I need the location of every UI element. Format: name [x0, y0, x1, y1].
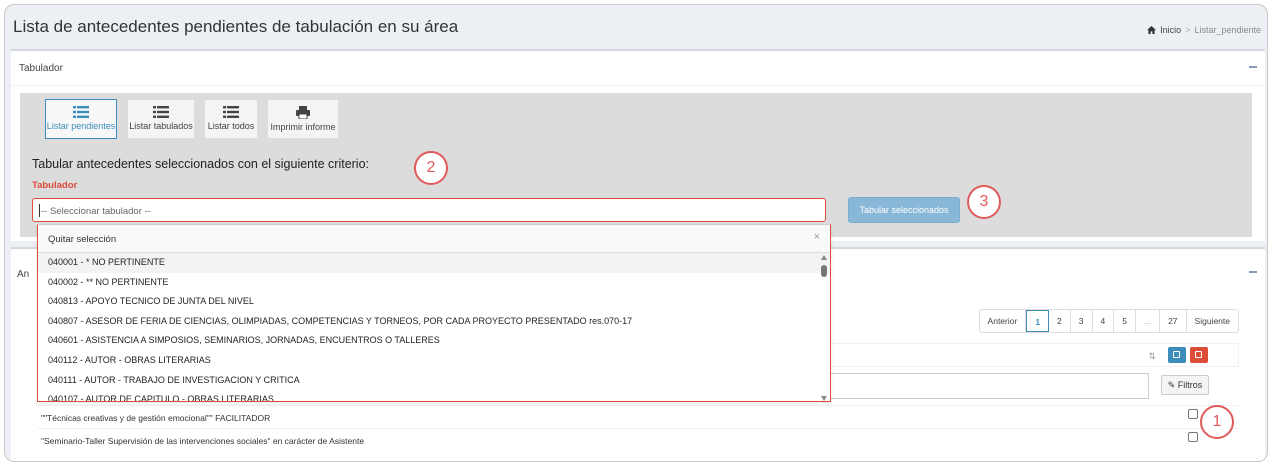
dropdown-scrollbar[interactable] — [820, 255, 828, 401]
listar-pendientes-button[interactable]: Listar pendientes — [45, 99, 117, 139]
pagination-ellipsis: ... — [1136, 310, 1161, 332]
imprimir-informe-label: Imprimir informe — [270, 122, 336, 132]
dropdown-option[interactable]: 040111 - AUTOR - TRABAJO DE INVESTIGACIO… — [38, 371, 830, 391]
scroll-up-icon[interactable] — [821, 255, 827, 260]
collapse-icon[interactable] — [1249, 66, 1257, 68]
tabulador-box: Tabulador Listar pendientes Listar tabul… — [11, 49, 1265, 241]
eraser-icon: ✎ — [1167, 380, 1176, 390]
filtros-label: Filtros — [1177, 380, 1203, 390]
criterio-heading: Tabular antecedentes seleccionados con e… — [32, 157, 370, 171]
text-cursor — [39, 204, 40, 217]
breadcrumb-current: Listar_pendiente — [1194, 25, 1261, 35]
pagination: Anterior 1 2 3 4 5 ... 27 Siguiente — [978, 309, 1239, 333]
tabulador-dropdown: Quitar selección × 040001 - * NO PERTINE… — [37, 224, 831, 402]
box-divider — [11, 85, 1265, 86]
deselect-all-button[interactable] — [1190, 347, 1208, 363]
listar-todos-button[interactable]: Listar todos — [204, 99, 258, 139]
collapse-icon[interactable] — [1249, 271, 1257, 273]
breadcrumb-separator: > — [1185, 25, 1191, 35]
dropdown-option[interactable]: 040813 - APOYO TECNICO DE JUNTA DEL NIVE… — [38, 292, 830, 312]
marker-1: 1 — [1200, 405, 1234, 439]
listar-tabulados-label: Listar tabulados — [129, 121, 193, 131]
tabulador-select[interactable]: -- Seleccionar tabulador -- — [32, 198, 826, 222]
tabulador-panel: Listar pendientes Listar tabulados Lista… — [20, 93, 1252, 237]
tabular-seleccionados-button[interactable]: Tabular seleccionados — [848, 197, 960, 223]
dropdown-header[interactable]: Quitar selección × — [38, 225, 830, 253]
select-all-button[interactable] — [1168, 347, 1186, 363]
pagination-page-2[interactable]: 2 — [1049, 310, 1071, 332]
breadcrumb-home-link[interactable]: Inicio — [1160, 25, 1181, 35]
table-row: ""Técnicas creativas y de gestión emocio… — [37, 405, 1239, 428]
dropdown-option[interactable]: 040002 - ** NO PERTINENTE — [38, 273, 830, 293]
pagination-prev[interactable]: Anterior — [980, 310, 1027, 332]
square-icon — [1195, 351, 1202, 358]
print-icon — [296, 106, 310, 119]
row-checkbox[interactable] — [1188, 409, 1198, 419]
pagination-next[interactable]: Siguiente — [1187, 310, 1238, 332]
imprimir-informe-button[interactable]: Imprimir informe — [267, 99, 339, 139]
breadcrumb: Inicio > Listar_pendiente — [1147, 25, 1261, 35]
dropdown-option[interactable]: 040601 - ASISTENCIA A SIMPOSIOS, SEMINAR… — [38, 331, 830, 351]
quitar-seleccion[interactable]: Quitar selección — [48, 234, 116, 245]
scroll-thumb[interactable] — [821, 265, 827, 277]
pagination-page-1[interactable]: 1 — [1026, 310, 1050, 332]
scroll-down-icon[interactable] — [821, 396, 827, 401]
dropdown-option[interactable]: 040001 - * NO PERTINENTE — [38, 253, 830, 273]
filtros-button[interactable]: ✎ Filtros — [1161, 375, 1209, 395]
table-row: "Seminario-Taller Supervisión de las int… — [37, 428, 1239, 451]
listar-pendientes-label: Listar pendientes — [46, 121, 116, 131]
page-header: Lista de antecedentes pendientes de tabu… — [5, 5, 1267, 49]
pagination-page-4[interactable]: 4 — [1093, 310, 1115, 332]
antecedentes-box-title: An — [17, 269, 30, 280]
listar-tabulados-button[interactable]: Listar tabulados — [127, 99, 195, 139]
pagination-page-27[interactable]: 27 — [1160, 310, 1187, 332]
pagination-page-3[interactable]: 3 — [1071, 310, 1093, 332]
app-window: Lista de antecedentes pendientes de tabu… — [4, 4, 1268, 462]
tabulador-box-title: Tabulador — [19, 63, 63, 74]
tabulador-select-placeholder: -- Seleccionar tabulador -- — [41, 206, 151, 217]
listar-todos-label: Listar todos — [207, 121, 255, 131]
row-text: ""Técnicas creativas y de gestión emocio… — [41, 413, 271, 423]
close-icon[interactable]: × — [814, 231, 820, 243]
dropdown-option[interactable]: 040112 - AUTOR - OBRAS LITERARIAS — [38, 351, 830, 371]
list-icon — [153, 106, 169, 118]
pagination-page-5[interactable]: 5 — [1114, 310, 1136, 332]
home-icon — [1147, 26, 1157, 34]
row-checkbox[interactable] — [1188, 432, 1198, 442]
sort-icon[interactable]: ⇅ — [1148, 351, 1156, 362]
row-text: "Seminario-Taller Supervisión de las int… — [41, 436, 365, 446]
tabulador-field-label: Tabulador — [32, 180, 78, 191]
marker-2: 2 — [414, 151, 448, 185]
marker-3: 3 — [967, 185, 1001, 219]
page-title: Lista de antecedentes pendientes de tabu… — [13, 17, 459, 36]
check-square-icon — [1173, 351, 1180, 358]
dropdown-option[interactable]: 040807 - ASESOR DE FERIA DE CIENCIAS, OL… — [38, 312, 830, 332]
list-icon — [73, 106, 89, 118]
list-icon — [223, 106, 239, 118]
dropdown-option[interactable]: 040107 - AUTOR DE CAPITULO - OBRAS LITER… — [38, 390, 830, 401]
